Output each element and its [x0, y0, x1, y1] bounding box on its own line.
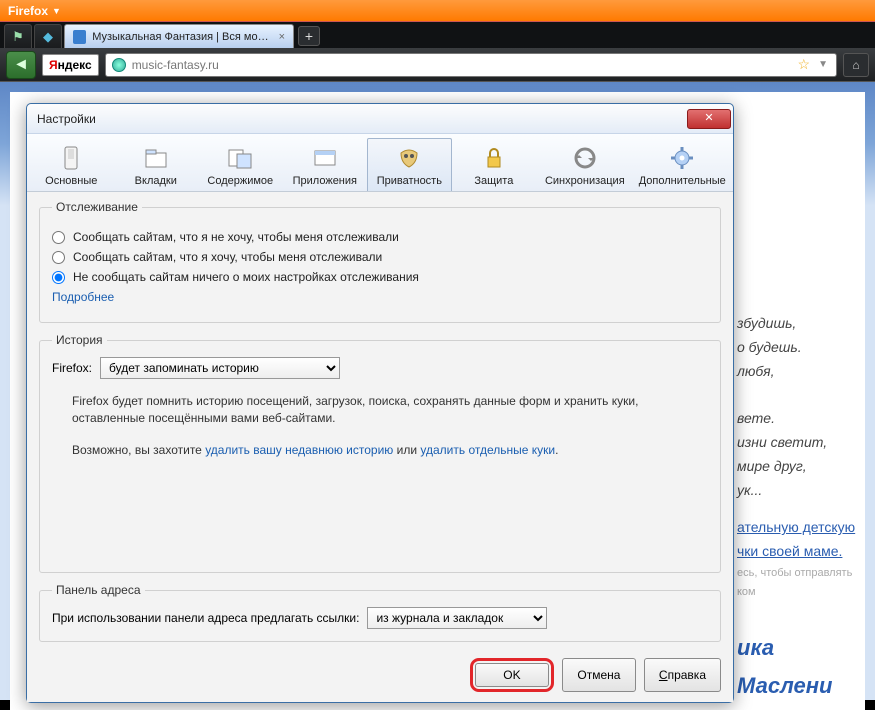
page-link-2[interactable]: чки своей маме. — [737, 540, 867, 564]
clear-cookies-link[interactable]: удалить отдельные куки — [420, 443, 555, 457]
tab-privacy[interactable]: Приватность — [367, 138, 452, 191]
page-link-1[interactable]: ательную детскую — [737, 516, 867, 540]
switch-icon — [30, 145, 113, 171]
tab-apps[interactable]: Приложения — [283, 138, 368, 191]
tracking-opt-1[interactable]: Сообщать сайтам, что я не хочу, чтобы ме… — [52, 230, 708, 244]
settings-dialog: Настройки ✕ Основные Вкладки Содержимое … — [26, 103, 734, 703]
history-description: Firefox будет помнить историю посещений,… — [72, 393, 692, 459]
folder-icon — [115, 145, 198, 171]
tab-content[interactable]: Содержимое — [198, 138, 283, 191]
history-mode-select[interactable]: будет запоминать историю — [100, 357, 340, 379]
dialog-button-row: OK Отмена Справка — [39, 652, 721, 692]
cancel-button[interactable]: Отмена — [562, 658, 636, 692]
close-icon: ✕ — [704, 112, 713, 124]
sync-icon — [537, 145, 632, 171]
back-button[interactable]: ◄ — [6, 51, 36, 79]
app-tab-2[interactable]: ◆ — [34, 24, 62, 48]
close-icon[interactable]: × — [279, 31, 285, 43]
radio-input[interactable] — [52, 251, 65, 264]
clear-history-link[interactable]: удалить вашу недавнюю историю — [205, 443, 393, 457]
addressbar-label: При использовании панели адреса предлага… — [52, 611, 359, 625]
settings-tab-bar: Основные Вкладки Содержимое Приложения П… — [27, 134, 733, 192]
firefox-menu-bar: Firefox ▼ — [0, 0, 875, 22]
dialog-close-button[interactable]: ✕ — [687, 109, 731, 129]
tracking-more-link[interactable]: Подробнее — [52, 290, 114, 304]
yandex-badge[interactable]: ЯЯндексндекс — [42, 54, 99, 76]
new-tab-button[interactable]: + — [298, 26, 320, 46]
gear-icon — [635, 145, 730, 171]
tracking-fieldset: Отслеживание Сообщать сайтам, что я не х… — [39, 200, 721, 323]
tab-sync[interactable]: Синхронизация — [536, 138, 633, 191]
tab-strip: ⚑ ◆ Музыкальная Фантазия | Вся моя м... … — [0, 22, 875, 48]
addressbar-suggest-select[interactable]: из журнала и закладок — [367, 607, 547, 629]
nav-bar: ◄ ЯЯндексндекс ☆ ▼ ⌂ — [0, 48, 875, 82]
drop-icon: ◆ — [43, 29, 53, 45]
chevron-down-icon: ▼ — [52, 6, 61, 16]
mask-icon — [368, 145, 451, 171]
history-fieldset: История Firefox: будет запоминать истори… — [39, 333, 721, 573]
radio-input[interactable] — [52, 231, 65, 244]
tab-general[interactable]: Основные — [29, 138, 114, 191]
favicon-icon — [73, 30, 86, 44]
ok-button-highlight: OK — [470, 658, 554, 692]
tab-tabs[interactable]: Вкладки — [114, 138, 199, 191]
help-button[interactable]: Справка — [644, 658, 721, 692]
firefox-menu-button-label[interactable]: Firefox — [8, 4, 48, 18]
page-headline: ика Маслени — [737, 629, 867, 704]
tracking-opt-3[interactable]: Не сообщать сайтам ничего о моих настрой… — [52, 270, 708, 284]
app-tab-1[interactable]: ⚑ — [4, 24, 32, 48]
history-label: Firefox: — [52, 361, 92, 375]
addressbar-legend: Панель адреса — [52, 583, 145, 597]
addressbar-fieldset: Панель адреса При использовании панели а… — [39, 583, 721, 642]
home-button[interactable]: ⌂ — [843, 53, 869, 77]
tab-advanced[interactable]: Дополнительные — [634, 138, 731, 191]
history-legend: История — [52, 333, 107, 347]
chevron-down-icon[interactable]: ▼ — [818, 59, 828, 70]
tracking-opt-2[interactable]: Сообщать сайтам, что я хочу, чтобы меня … — [52, 250, 708, 264]
lock-icon — [453, 145, 536, 171]
dialog-body: Отслеживание Сообщать сайтам, что я не х… — [27, 192, 733, 702]
dialog-title: Настройки — [37, 112, 96, 126]
bookmark-star-icon[interactable]: ☆ — [798, 56, 811, 73]
ok-button[interactable]: OK — [475, 663, 549, 687]
content-icon — [199, 145, 282, 171]
browser-tab[interactable]: Музыкальная Фантазия | Вся моя м... × — [64, 24, 294, 48]
url-input[interactable] — [132, 58, 792, 72]
leaked-body-text: збудишь, о будешь. любя, вете. изни свет… — [737, 312, 867, 704]
dialog-titlebar: Настройки ✕ — [27, 104, 733, 134]
apps-icon — [284, 145, 367, 171]
tab-title: Музыкальная Фантазия | Вся моя м... — [92, 31, 272, 43]
url-bar[interactable]: ☆ ▼ — [105, 53, 837, 77]
tab-security[interactable]: Защита — [452, 138, 537, 191]
tracking-legend: Отслеживание — [52, 200, 142, 214]
flag-icon: ⚑ — [12, 29, 24, 45]
radio-input[interactable] — [52, 271, 65, 284]
globe-icon — [112, 58, 126, 72]
